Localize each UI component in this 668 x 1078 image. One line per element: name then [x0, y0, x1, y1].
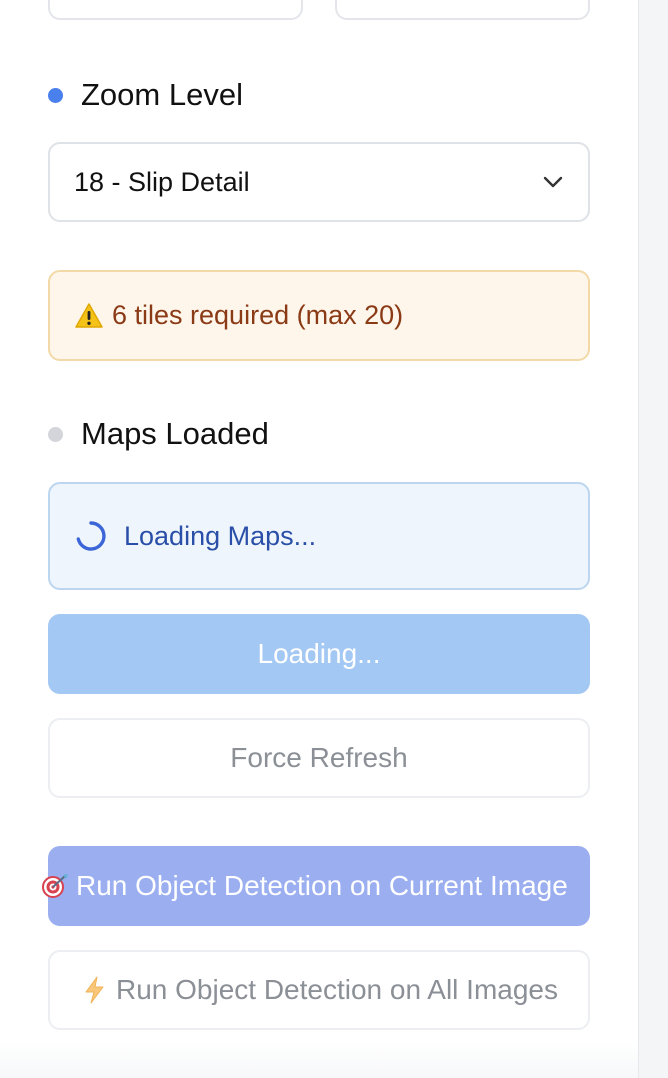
warning-triangle-icon — [74, 301, 104, 331]
load-maps-button[interactable]: Loading... — [48, 614, 590, 694]
lightning-icon — [80, 975, 110, 1005]
bottom-fade — [0, 1040, 638, 1078]
loading-spinner-icon — [74, 519, 108, 553]
tiles-warning-banner: 6 tiles required (max 20) — [48, 270, 590, 361]
top-left-input-field[interactable] — [48, 0, 303, 20]
target-dart-icon — [40, 871, 70, 901]
run-detection-all-button[interactable]: Run Object Detection on All Images — [48, 950, 590, 1030]
settings-panel: Zoom Level 18 - Slip Detail 6 tiles requ… — [0, 0, 638, 1078]
maps-loading-status: Loading Maps... — [48, 482, 590, 590]
zoom-status-dot — [48, 87, 63, 103]
run-detection-current-button[interactable]: Run Object Detection on Current Image — [42, 846, 590, 926]
zoom-level-selected-value: 18 - Slip Detail — [74, 166, 250, 197]
maps-status-dot — [48, 426, 63, 442]
force-refresh-button[interactable]: Force Refresh — [48, 718, 590, 798]
zoom-level-title: Zoom Level — [81, 77, 243, 112]
maps-loading-text: Loading Maps... — [124, 520, 317, 551]
run-detection-all-label: Run Object Detection on All Images — [115, 974, 558, 1005]
chevron-down-icon — [542, 171, 564, 193]
top-right-input-field[interactable] — [335, 0, 590, 20]
zoom-level-header: Zoom Level — [48, 75, 243, 115]
panel-scroll-gutter[interactable] — [638, 0, 668, 1078]
tiles-warning-text: 6 tiles required (max 20) — [112, 300, 404, 330]
zoom-level-select[interactable]: 18 - Slip Detail — [48, 142, 590, 222]
maps-loaded-title: Maps Loaded — [81, 416, 269, 451]
maps-loaded-header: Maps Loaded — [48, 414, 269, 454]
run-detection-current-label: Run Object Detection on Current Image — [76, 870, 568, 901]
